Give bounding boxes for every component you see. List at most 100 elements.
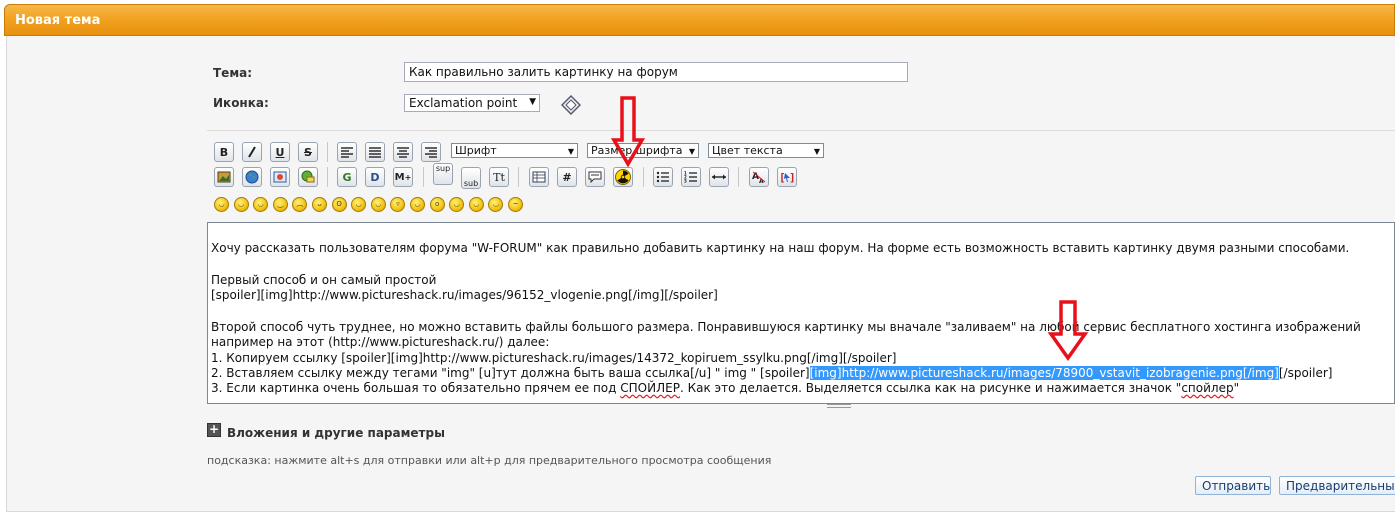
google-glyph: G [342,170,352,184]
separator [738,167,739,187]
insert-link-button[interactable] [242,167,262,187]
sup-glyph: sup [435,164,451,173]
align-center-icon [397,147,409,158]
m-button[interactable]: M + [393,167,413,187]
numbered-list-icon: 123 [684,171,697,184]
editor-line: например на этот (http://www.pictureshac… [211,335,550,349]
remove-format-button[interactable]: AA [749,167,769,187]
separator [518,167,519,187]
editor-text: " [1233,381,1240,395]
italic-button[interactable] [242,142,262,162]
smiley-icon[interactable]: ◡ [214,197,229,212]
bullet-list-icon [656,171,669,183]
smiley-icon[interactable]: ‿ [272,197,288,212]
radiation-icon [615,169,631,185]
align-left-button[interactable] [337,142,357,162]
annotation-arrow-down-icon [1047,300,1089,362]
subject-input[interactable] [404,62,908,82]
smiley-icon[interactable]: ~ [508,197,523,212]
d-glyph: D [370,170,380,184]
editor-line: Хочу рассказать пользователям форума "W-… [211,241,1350,255]
bold-glyph: B [219,145,229,159]
quote-icon [588,171,602,183]
smiley-icon[interactable]: ᴗ [312,197,327,212]
text-color-select-value: Цвет текста [712,144,783,157]
quote-button[interactable] [585,167,605,187]
align-left-icon [341,147,353,158]
editor-line: 3. Если картинка очень большая то обязат… [211,381,1239,396]
dropdown-arrow-icon: ▼ [567,147,574,156]
misspelled-word: спойлер [1181,381,1234,395]
editor-text: 3. Если картинка очень большая то обязат… [211,381,621,395]
image-icon [217,171,231,183]
code-button[interactable]: # [557,167,577,187]
d-button[interactable]: D [365,167,385,187]
subscript-button[interactable]: sub [461,167,481,189]
exclamation-diamond-icon [561,95,581,115]
subject-label: Тема: [213,66,253,80]
smiley-icon[interactable]: ◡ [233,197,249,212]
editor-line: Первый способ и он самый простой [211,273,437,287]
smiley-icon[interactable]: ʘ [331,197,347,212]
source-mode-button[interactable]: [] [777,167,797,187]
editor-line: [spoiler][img]http://www.pictureshack.ru… [211,288,718,302]
spoiler-button[interactable] [613,167,633,187]
svg-text:3: 3 [684,179,687,184]
divider [207,130,1395,131]
misspelled-word: СПОЙЛЕР [620,381,680,395]
insert-image-button[interactable] [214,167,234,187]
insert-email-button[interactable] [298,167,318,187]
text-color-select[interactable]: Цвет текста ▼ [708,143,824,158]
font-style-button[interactable]: Tt [489,167,509,187]
dropdown-arrow-icon: ▼ [529,97,536,107]
selected-text: [img]http://www.pictureshack.ru/images/7… [809,366,1279,380]
smiley-icon[interactable]: ◡ [370,197,386,212]
icon-select[interactable]: Exclamation point ▼ [404,94,540,112]
tt-glyph: Tt [493,170,505,184]
dropdown-arrow-icon: ▼ [813,147,820,156]
message-editor[interactable]: Хочу рассказать пользователям форума "W-… [207,222,1395,404]
panel-title: Новая тема [15,13,101,28]
annotation-arrow-down-icon [611,96,645,168]
strike-glyph: S [304,145,312,159]
underline-button[interactable]: U [270,142,290,162]
editor-resize-handle[interactable] [827,404,851,408]
justify-button[interactable] [365,142,385,162]
preview-button[interactable]: Предварительный [1279,476,1395,495]
italic-icon [248,146,256,158]
icon-label: Иконка: [213,96,269,110]
arrows-horizontal-icon [712,174,726,180]
smiley-icon[interactable]: ◡ [468,197,484,212]
align-right-button[interactable] [421,142,441,162]
bullet-list-button[interactable] [653,167,673,187]
table-button[interactable] [529,167,549,187]
smiley-icon[interactable]: o [429,197,445,212]
email-icon [301,170,315,183]
bold-button[interactable]: B [214,142,234,162]
editor-line: 1. Копируем ссылку [spoiler][img]http://… [211,351,897,365]
table-icon [532,171,546,183]
numbered-list-button[interactable]: 123 [681,167,701,187]
media-icon [273,171,287,183]
google-button[interactable]: G [337,167,357,187]
superscript-button[interactable]: sup [433,163,453,185]
smiley-icon[interactable]: ◡ [410,197,425,212]
separator [423,167,424,187]
horizontal-rule-button[interactable] [709,167,729,187]
attachments-label[interactable]: Вложения и другие параметры [227,426,445,440]
strike-button[interactable]: S [298,142,318,162]
align-right-icon [425,147,437,158]
icon-select-value: Exclamation point [409,96,518,110]
align-center-button[interactable] [393,142,413,162]
insert-video-button[interactable] [270,167,290,187]
source-mode-icon: [] [779,171,795,184]
separator [643,167,644,187]
hash-glyph: # [562,170,572,184]
editor-text: . Как это делается. Выделяется ссылка ка… [679,381,1182,395]
panel-header: Новая тема [4,4,1395,36]
submit-button[interactable]: Отправить [1195,476,1271,495]
expand-plus-icon[interactable]: + [207,423,221,437]
font-select[interactable]: Шрифт ▼ [451,143,578,158]
remove-format-icon: AA [752,171,766,184]
separator [327,167,328,187]
